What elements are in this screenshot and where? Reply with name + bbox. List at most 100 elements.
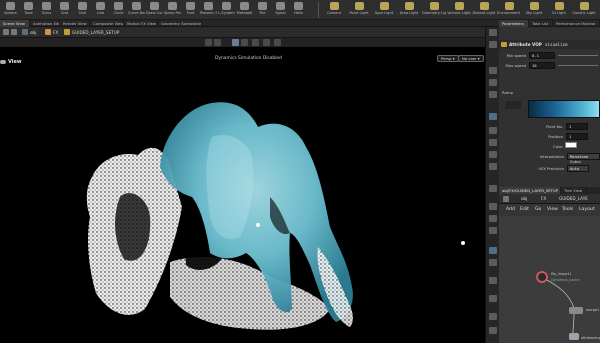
menu-tools[interactable]: Tools bbox=[562, 204, 573, 216]
particle-icon[interactable] bbox=[489, 151, 497, 158]
vex-precision-dropdown[interactable]: Auto bbox=[567, 165, 589, 172]
menu-layout[interactable]: Layout bbox=[579, 204, 595, 216]
view-mode-icon[interactable] bbox=[205, 39, 212, 46]
shelf-light-environment-light[interactable]: Environment Light bbox=[497, 1, 521, 19]
tab-geometry-spreadsheet[interactable]: Geometry Spreadsheet bbox=[158, 20, 202, 27]
grid-snap-icon[interactable] bbox=[489, 215, 497, 222]
min-speed-slider[interactable] bbox=[558, 55, 598, 56]
viewport[interactable]: View Dynamics Simulation Disabled Persp … bbox=[0, 47, 485, 343]
merge-node[interactable] bbox=[569, 307, 583, 314]
wrangle-node[interactable] bbox=[569, 333, 579, 340]
point-no-field[interactable]: 1 bbox=[566, 123, 588, 130]
shelf-light-sky-light[interactable]: Sky Light bbox=[522, 1, 546, 19]
tab-take-list[interactable]: Take List bbox=[529, 20, 553, 27]
position-field[interactable]: 1 bbox=[566, 133, 588, 140]
point-snap-icon[interactable] bbox=[489, 227, 497, 234]
parameter-header: Attribute VOP visualize bbox=[499, 40, 600, 49]
capture-icon[interactable] bbox=[489, 313, 497, 320]
color-ramp[interactable] bbox=[528, 100, 600, 118]
volume-icon[interactable] bbox=[489, 163, 497, 170]
shelf-tool-font[interactable]: Font bbox=[182, 1, 199, 19]
visibility-icon[interactable] bbox=[489, 139, 497, 146]
shelf-light-point-light[interactable]: Point Light bbox=[347, 1, 371, 19]
ortho-icon[interactable] bbox=[489, 247, 497, 254]
network-path-node[interactable]: GUIDED_LAYE bbox=[559, 194, 588, 204]
grid-icon[interactable] bbox=[214, 39, 221, 46]
shelf-tool-l-system[interactable]: L-System bbox=[218, 1, 235, 19]
shelf-light-geometry-light[interactable]: Geometry Light bbox=[422, 1, 446, 19]
shelf-tool-draw-curve[interactable]: Draw Curve bbox=[146, 1, 163, 19]
menu-view[interactable]: View bbox=[547, 204, 558, 216]
path-fx[interactable]: FX bbox=[53, 27, 58, 38]
tab-parameters[interactable]: Parameters bbox=[499, 20, 529, 27]
color-swatch[interactable] bbox=[565, 142, 577, 148]
tab-tree-view[interactable]: Tree View bbox=[561, 187, 587, 194]
shelf-tool-spray-paint[interactable]: Spray Paint bbox=[164, 1, 181, 19]
camera-menu-icon[interactable] bbox=[489, 113, 497, 120]
ghost-icon[interactable] bbox=[489, 127, 497, 134]
snap-icon[interactable] bbox=[489, 203, 497, 210]
interpolation-dropdown[interactable]: Monotone Cubic bbox=[567, 153, 600, 164]
background-icon[interactable] bbox=[489, 185, 497, 192]
flipbook-icon[interactable] bbox=[489, 259, 497, 266]
flip-import-node[interactable] bbox=[536, 271, 548, 283]
node-graph[interactable]: flip_import1 Dynamics_cache merge1 attri… bbox=[499, 216, 600, 343]
camera-dropdown[interactable]: No cam bbox=[458, 55, 484, 62]
shelf-tool-spiral[interactable]: Spiral bbox=[272, 1, 289, 19]
menu-add[interactable]: Add bbox=[506, 204, 515, 216]
shelf-light-distant-light[interactable]: Distant Light bbox=[472, 1, 496, 19]
node-name[interactable]: visualize bbox=[545, 40, 568, 49]
back-arrow-icon[interactable] bbox=[503, 196, 509, 202]
max-speed-slider[interactable] bbox=[558, 65, 598, 66]
select-icon[interactable] bbox=[232, 39, 239, 46]
shelf-tool-sphere[interactable]: Sphere bbox=[2, 1, 19, 19]
lighting-icon[interactable] bbox=[489, 67, 497, 74]
shelf-light-volume-light[interactable]: Volume Light bbox=[447, 1, 471, 19]
path-obj[interactable]: obj bbox=[30, 27, 36, 38]
display-options-icon[interactable] bbox=[489, 41, 497, 48]
shelf-light-spot-light[interactable]: Spot Light bbox=[372, 1, 396, 19]
shading-icon[interactable] bbox=[489, 79, 497, 86]
shelf-light-camera[interactable]: Camera bbox=[322, 1, 346, 19]
pin-icon[interactable] bbox=[489, 29, 497, 36]
shelf-tool-grid[interactable]: Grid bbox=[56, 1, 73, 19]
shelf-tool-circle[interactable]: Circle bbox=[110, 1, 127, 19]
tab-render-view[interactable]: Render View bbox=[60, 20, 90, 27]
menu-edit[interactable]: Edit bbox=[520, 204, 529, 216]
persp-dropdown[interactable]: Persp bbox=[437, 55, 459, 62]
snap-icon[interactable] bbox=[263, 39, 270, 46]
shelf-tool-null[interactable]: Null bbox=[74, 1, 91, 19]
shelf-light-gi-light[interactable]: GI Light bbox=[547, 1, 571, 19]
tab-network-path[interactable]: obj/FX/GUIDED_LAYER_SETUP bbox=[499, 187, 561, 194]
settings-icon[interactable] bbox=[489, 327, 497, 334]
shelf-light-area-light[interactable]: Area Light bbox=[397, 1, 421, 19]
network-path-obj[interactable]: obj bbox=[521, 194, 527, 204]
tab-motion-fx-view[interactable]: Motion FX View bbox=[124, 20, 158, 27]
ramp-tools[interactable] bbox=[505, 101, 521, 109]
tab-scene-view[interactable]: Scene View bbox=[0, 20, 30, 27]
tab-animation-editor[interactable]: Animation Editor bbox=[30, 20, 60, 27]
shelf-tool-torus[interactable]: Torus bbox=[38, 1, 55, 19]
shelf-tool-platonic-solids[interactable]: Platonic Solids bbox=[200, 1, 217, 19]
shelf-tool-file[interactable]: File bbox=[254, 1, 271, 19]
shelf-tool-curve-bezier[interactable]: Curve Bezier bbox=[128, 1, 145, 19]
menu-go[interactable]: Go bbox=[535, 204, 541, 216]
transform-icon[interactable] bbox=[241, 39, 248, 46]
stereo-icon[interactable] bbox=[489, 295, 497, 302]
path-node[interactable]: GUIDED_LAYER_SETUP bbox=[72, 27, 119, 38]
display-icon[interactable] bbox=[252, 39, 259, 46]
shelf-tool-helix[interactable]: Helix bbox=[290, 1, 307, 19]
forward-arrow-icon[interactable] bbox=[11, 29, 17, 35]
shelf-tool-tube[interactable]: Tube bbox=[20, 1, 37, 19]
min-speed-field[interactable]: 0.1 bbox=[529, 52, 555, 59]
shelf-tool-line[interactable]: Line bbox=[92, 1, 109, 19]
shelf-light-caustic-light[interactable]: Caustic Light bbox=[572, 1, 596, 19]
tab-performance-monitor[interactable]: Performance Monitor bbox=[553, 20, 600, 27]
shelf-tool-metaball[interactable]: Metaball bbox=[236, 1, 253, 19]
tab-composite-view[interactable]: Composite View bbox=[90, 20, 124, 27]
camera-icon[interactable] bbox=[274, 39, 281, 46]
render-region-icon[interactable] bbox=[489, 277, 497, 284]
network-path-fx[interactable]: FX bbox=[541, 194, 546, 204]
back-arrow-icon[interactable] bbox=[3, 29, 9, 35]
max-speed-field[interactable]: 10 bbox=[529, 62, 555, 69]
